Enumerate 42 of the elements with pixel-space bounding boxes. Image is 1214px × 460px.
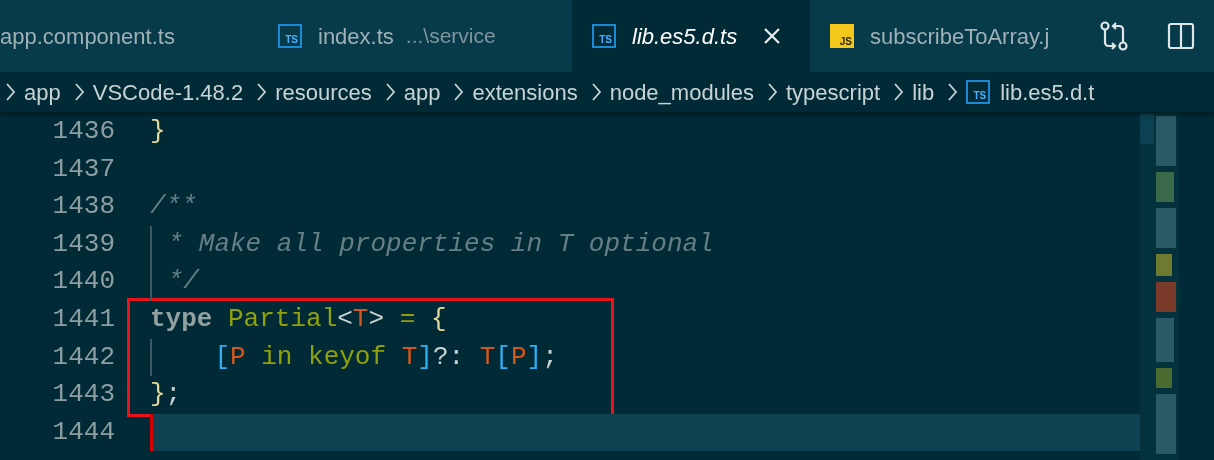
breadcrumb-item[interactable]: app	[24, 75, 61, 109]
ts-file-icon: TS	[592, 24, 616, 48]
breadcrumb-item[interactable]: VSCode-1.48.2	[92, 75, 244, 109]
line-number: 1440	[51, 265, 115, 299]
tab-description: ...\service	[405, 23, 496, 50]
ts-file-icon: TS	[278, 24, 302, 48]
chevron-right-icon[interactable]	[452, 82, 465, 102]
line-number: 1436	[51, 115, 115, 148]
breadcrumb-item[interactable]: typescript	[786, 75, 881, 109]
chevron-right-icon[interactable]	[892, 82, 905, 102]
breadcrumb-item[interactable]: app	[403, 75, 441, 109]
chevron-right-icon[interactable]	[383, 82, 396, 102]
minimap-drawing[interactable]	[1140, 112, 1179, 460]
line-number: 1437	[51, 152, 115, 186]
chevron-right-icon[interactable]	[589, 82, 602, 102]
breadcrumb-item[interactable]: lib	[912, 75, 935, 109]
compare-changes-icon[interactable]	[1099, 20, 1129, 52]
code-line: type Partial<T> = {	[150, 302, 448, 336]
split-editor-icon[interactable]	[1167, 22, 1195, 50]
line-number: 1441	[51, 302, 115, 336]
close-icon[interactable]	[763, 27, 782, 45]
line-number: 1444	[51, 415, 115, 449]
code-line: /**	[150, 190, 198, 224]
line-number: 1443	[51, 378, 115, 412]
line-number: 1439	[51, 227, 115, 261]
line-number: 1442	[51, 340, 115, 374]
chevron-right-icon[interactable]	[255, 82, 268, 102]
editor-tab[interactable]: TS lib.es5.d.ts	[572, 0, 810, 72]
ts-file-icon: TS	[966, 80, 991, 104]
line-number: 1438	[51, 190, 115, 224]
breadcrumb-item[interactable]: extensions	[472, 75, 578, 109]
breadcrumb-item[interactable]: lib.es5.d.t	[1000, 75, 1095, 109]
chevron-right-icon[interactable]	[766, 82, 778, 102]
chevron-right-icon[interactable]	[4, 82, 16, 102]
breadcrumb-item[interactable]: node_modules	[609, 75, 754, 109]
code-line: }	[150, 115, 167, 148]
code-line: };	[150, 378, 183, 412]
chevron-right-icon[interactable]	[72, 82, 85, 102]
chevron-right-icon[interactable]	[946, 82, 959, 102]
breadcrumb-item[interactable]: resources	[275, 75, 372, 109]
code-line: [P in keyof T]?: T[P];	[150, 338, 611, 377]
js-file-icon: JS	[830, 24, 854, 48]
